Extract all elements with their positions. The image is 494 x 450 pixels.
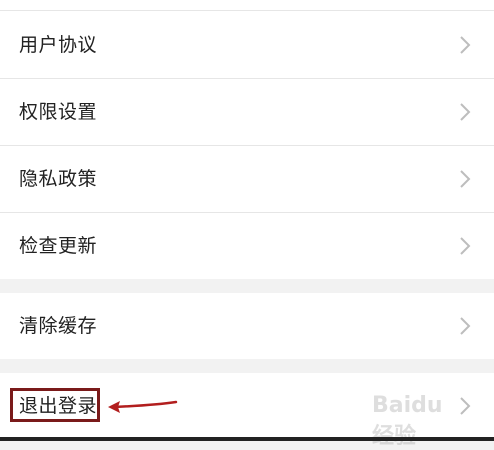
annotation-arrow-icon: [108, 400, 178, 413]
chevron-right-icon: [460, 397, 471, 415]
settings-item-privacy-policy[interactable]: 隐私政策: [0, 146, 494, 212]
settings-item-label: 隐私政策: [19, 168, 98, 190]
settings-item-clear-cache[interactable]: 清除缓存: [0, 293, 494, 359]
chevron-right-icon: [460, 170, 471, 188]
top-divider: [0, 10, 494, 11]
chevron-right-icon: [460, 317, 471, 335]
settings-item-label: 清除缓存: [19, 315, 98, 337]
settings-group-2: 清除缓存: [0, 293, 494, 359]
settings-item-label: 权限设置: [19, 101, 98, 123]
settings-group-1: 用户协议 权限设置 隐私政策 检查更新: [0, 0, 494, 279]
settings-item-label: 检查更新: [19, 235, 98, 257]
baidu-watermark: Baidu经验: [372, 393, 460, 449]
settings-item-label: 用户协议: [19, 34, 98, 56]
annotation-highlight-box: [10, 388, 100, 422]
chevron-right-icon: [460, 36, 471, 54]
chevron-right-icon: [460, 103, 471, 121]
settings-item-user-agreement[interactable]: 用户协议: [0, 12, 494, 78]
settings-item-check-update[interactable]: 检查更新: [0, 213, 494, 279]
settings-item-permissions[interactable]: 权限设置: [0, 79, 494, 145]
chevron-right-icon: [460, 237, 471, 255]
bottom-edge: [0, 437, 494, 441]
watermark-text: Baidu经验: [372, 393, 443, 449]
